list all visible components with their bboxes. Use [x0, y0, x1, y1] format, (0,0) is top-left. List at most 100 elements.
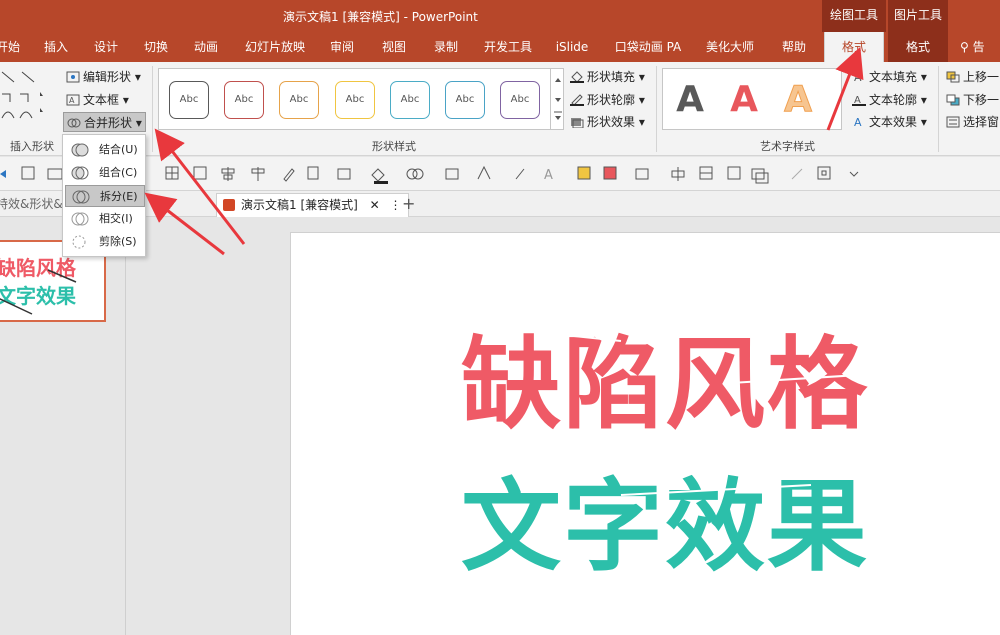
tab-slideshow[interactable]: 幻灯片放映 [240, 32, 310, 62]
ribbon-format: 编辑形状 ▾ A 文本框 ▾ 合并形状 ▾ 插入形状 Abc Abc Abc Ab… [0, 62, 1000, 156]
edit-shape-button[interactable]: 编辑形状 ▾ [66, 67, 141, 87]
menu-item-subtract[interactable]: 剪除(S) [65, 231, 145, 253]
ribbon-separator [152, 66, 153, 152]
tab-record[interactable]: 录制 [428, 32, 464, 62]
slide-thumbnail-pane: 缺陷风格 文字效果 [0, 218, 126, 635]
text-outline-label: 文本轮廓 [869, 93, 918, 107]
union-icon [71, 142, 89, 158]
shape-styles-gallery[interactable]: Abc Abc Abc Abc Abc Abc Abc [158, 68, 564, 130]
powerpoint-file-icon [223, 199, 235, 211]
send-backward-icon [946, 92, 960, 106]
shape-style-preset[interactable]: Abc [500, 81, 540, 119]
merge-shapes-menu: 结合(U) 组合(C) 拆分(E) 相交(I) 剪除(S) [62, 134, 146, 257]
merge-shapes-label: 合并形状 [84, 116, 133, 130]
ribbon-separator [656, 66, 657, 152]
gallery-scroll-arrows-icon [554, 78, 562, 120]
document-tabs: 特效&形状&剪 05] 演示文稿1 [兼容模式] ✕ ⋮ + [0, 191, 1000, 217]
paint-bucket-icon [570, 69, 584, 83]
window-title: 演示文稿1 [兼容模式] - PowerPoint [283, 10, 478, 24]
menu-item-intersect[interactable]: 相交(I) [65, 208, 145, 230]
menu-item-intersect-label: 相交(I) [99, 212, 133, 225]
tab-pocket-animation[interactable]: 口袋动画 PA [606, 32, 690, 62]
document-tab-previous-suffix[interactable]: 05] [150, 193, 170, 217]
document-tab-active-label: 演示文稿1 [兼容模式] [241, 198, 358, 212]
tab-developer[interactable]: 开发工具 [478, 32, 538, 62]
menu-item-fragment[interactable]: 拆分(E) [65, 185, 145, 207]
menu-item-union[interactable]: 结合(U) [65, 139, 145, 161]
text-fill-button[interactable]: A 文本填充 ▾ [852, 67, 927, 87]
insert-shapes-group-label: 插入形状 [10, 140, 54, 153]
tab-review[interactable]: 审阅 [324, 32, 360, 62]
wordart-preset[interactable]: A [667, 75, 713, 125]
menu-item-union-label: 结合(U) [99, 143, 138, 156]
tell-me-search[interactable]: ⚲ 告 [960, 32, 985, 62]
menu-item-combine-label: 组合(C) [99, 166, 138, 179]
wordart-preset[interactable]: A [721, 75, 767, 125]
tab-home[interactable]: 开始 [0, 32, 22, 62]
shape-style-preset[interactable]: Abc [390, 81, 430, 119]
slide-glitch-lines [470, 324, 892, 496]
shape-outline-button[interactable]: 形状轮廓 ▾ [570, 90, 645, 110]
textbox-button[interactable]: A 文本框 ▾ [66, 90, 129, 110]
text-fill-label: 文本填充 [869, 70, 918, 84]
ribbon-separator [938, 66, 939, 152]
wordart-styles-gallery[interactable]: A A A [662, 68, 842, 130]
merge-shapes-button[interactable]: 合并形状 ▾ [63, 112, 146, 132]
shape-effects-icon [570, 114, 584, 129]
tab-view[interactable]: 视图 [376, 32, 412, 62]
svg-text:A: A [69, 96, 75, 105]
slide[interactable]: 缺陷风格 文字效果 [290, 232, 1000, 635]
shape-fill-button[interactable]: 形状填充 ▾ [570, 67, 645, 87]
shape-style-preset[interactable]: Abc [169, 81, 209, 119]
tab-help[interactable]: 帮助 [772, 32, 816, 62]
toolbar-icons: A [0, 165, 859, 184]
search-icon: ⚲ [960, 40, 969, 54]
send-backward-button[interactable]: 下移一 [946, 90, 999, 110]
svg-text:A: A [854, 116, 862, 128]
shape-style-preset[interactable]: Abc [445, 81, 485, 119]
shape-effects-button[interactable]: 形状效果 ▾ [570, 112, 645, 132]
more-icon[interactable]: ⋮ [390, 198, 402, 212]
gallery-scroll[interactable] [550, 68, 564, 130]
shape-styles-group-label: 形状样式 [372, 140, 416, 153]
tab-transitions[interactable]: 切换 [138, 32, 174, 62]
selection-pane-button[interactable]: 选择窗 [946, 112, 999, 132]
text-effects-button[interactable]: A 文本效果 ▾ [852, 112, 927, 132]
powerpoint-window: 演示文稿1 [兼容模式] - PowerPoint 绘图工具 图片工具 开始 插… [0, 0, 1000, 635]
document-tab-active[interactable]: 演示文稿1 [兼容模式] ✕ ⋮ [216, 193, 409, 217]
tab-islide[interactable]: iSlide [552, 32, 592, 62]
text-outline-button[interactable]: A 文本轮廓 ▾ [852, 90, 927, 110]
text-fill-icon: A [852, 69, 866, 84]
shape-style-preset[interactable]: Abc [335, 81, 375, 119]
merge-shapes-icon [67, 115, 81, 128]
tab-insert[interactable]: 插入 [38, 32, 74, 62]
wordart-preset[interactable]: A [775, 75, 821, 125]
edit-shape-label: 编辑形状 [83, 70, 132, 84]
tell-me-label: 告 [972, 40, 985, 54]
tab-animations[interactable]: 动画 [188, 32, 224, 62]
wordart-styles-group-label: 艺术字样式 [760, 140, 815, 153]
tab-design[interactable]: 设计 [88, 32, 124, 62]
menu-item-combine[interactable]: 组合(C) [65, 162, 145, 184]
close-icon[interactable]: ✕ [370, 198, 380, 212]
tab-format-picture[interactable]: 格式 [888, 32, 948, 62]
bring-forward-button[interactable]: 上移一 [946, 67, 999, 87]
shape-style-preset[interactable]: Abc [224, 81, 264, 119]
new-tab-plus-icon[interactable]: + [402, 193, 415, 217]
menu-item-subtract-label: 剪除(S) [99, 235, 137, 248]
shape-fill-label: 形状填充 [587, 70, 636, 84]
intersect-icon [71, 211, 89, 227]
fragment-icon [72, 189, 90, 205]
shapes-gallery[interactable] [0, 68, 50, 128]
tab-format-drawing[interactable]: 格式 [824, 32, 884, 62]
slide-canvas: 缺陷风格 文字效果 [127, 218, 1000, 635]
context-group-drawing-tools: 绘图工具 [822, 0, 886, 32]
title-bar: 演示文稿1 [兼容模式] - PowerPoint 绘图工具 图片工具 [0, 0, 1000, 32]
combine-icon [71, 165, 89, 181]
tab-beautify-master[interactable]: 美化大师 [700, 32, 760, 62]
shapes-gallery-icons [1, 71, 43, 119]
shape-style-preset[interactable]: Abc [279, 81, 319, 119]
text-effects-icon: A [852, 114, 866, 129]
context-group-picture-tools: 图片工具 [888, 0, 948, 32]
quick-access-toolbar: A [0, 157, 1000, 191]
